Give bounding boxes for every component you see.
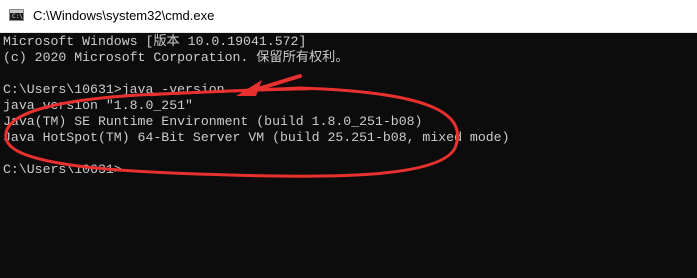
console-line: Java HotSpot(TM) 64-Bit Server VM (build… [3, 130, 510, 145]
console-line: Java(TM) SE Runtime Environment (build 1… [3, 114, 423, 129]
console-output[interactable]: Microsoft Windows [版本 10.0.19041.572] (c… [3, 34, 693, 278]
console-line: (c) 2020 Microsoft Corporation. 保留所有权利。 [3, 50, 349, 65]
console-line: java version "1.8.0_251" [3, 98, 193, 113]
console-line: Microsoft Windows [版本 10.0.19041.572] [3, 34, 307, 49]
window-title: C:\Windows\system32\cmd.exe [33, 8, 215, 23]
console-line: C:\Users\10631> [3, 162, 122, 177]
cmd-window: C:\ C:\Windows\system32\cmd.exe Microsof… [0, 0, 697, 278]
title-bar[interactable]: C:\ C:\Windows\system32\cmd.exe [0, 0, 697, 33]
cmd-console-icon: C:\ [9, 9, 24, 21]
console-line: C:\Users\10631>java -version [3, 82, 225, 97]
